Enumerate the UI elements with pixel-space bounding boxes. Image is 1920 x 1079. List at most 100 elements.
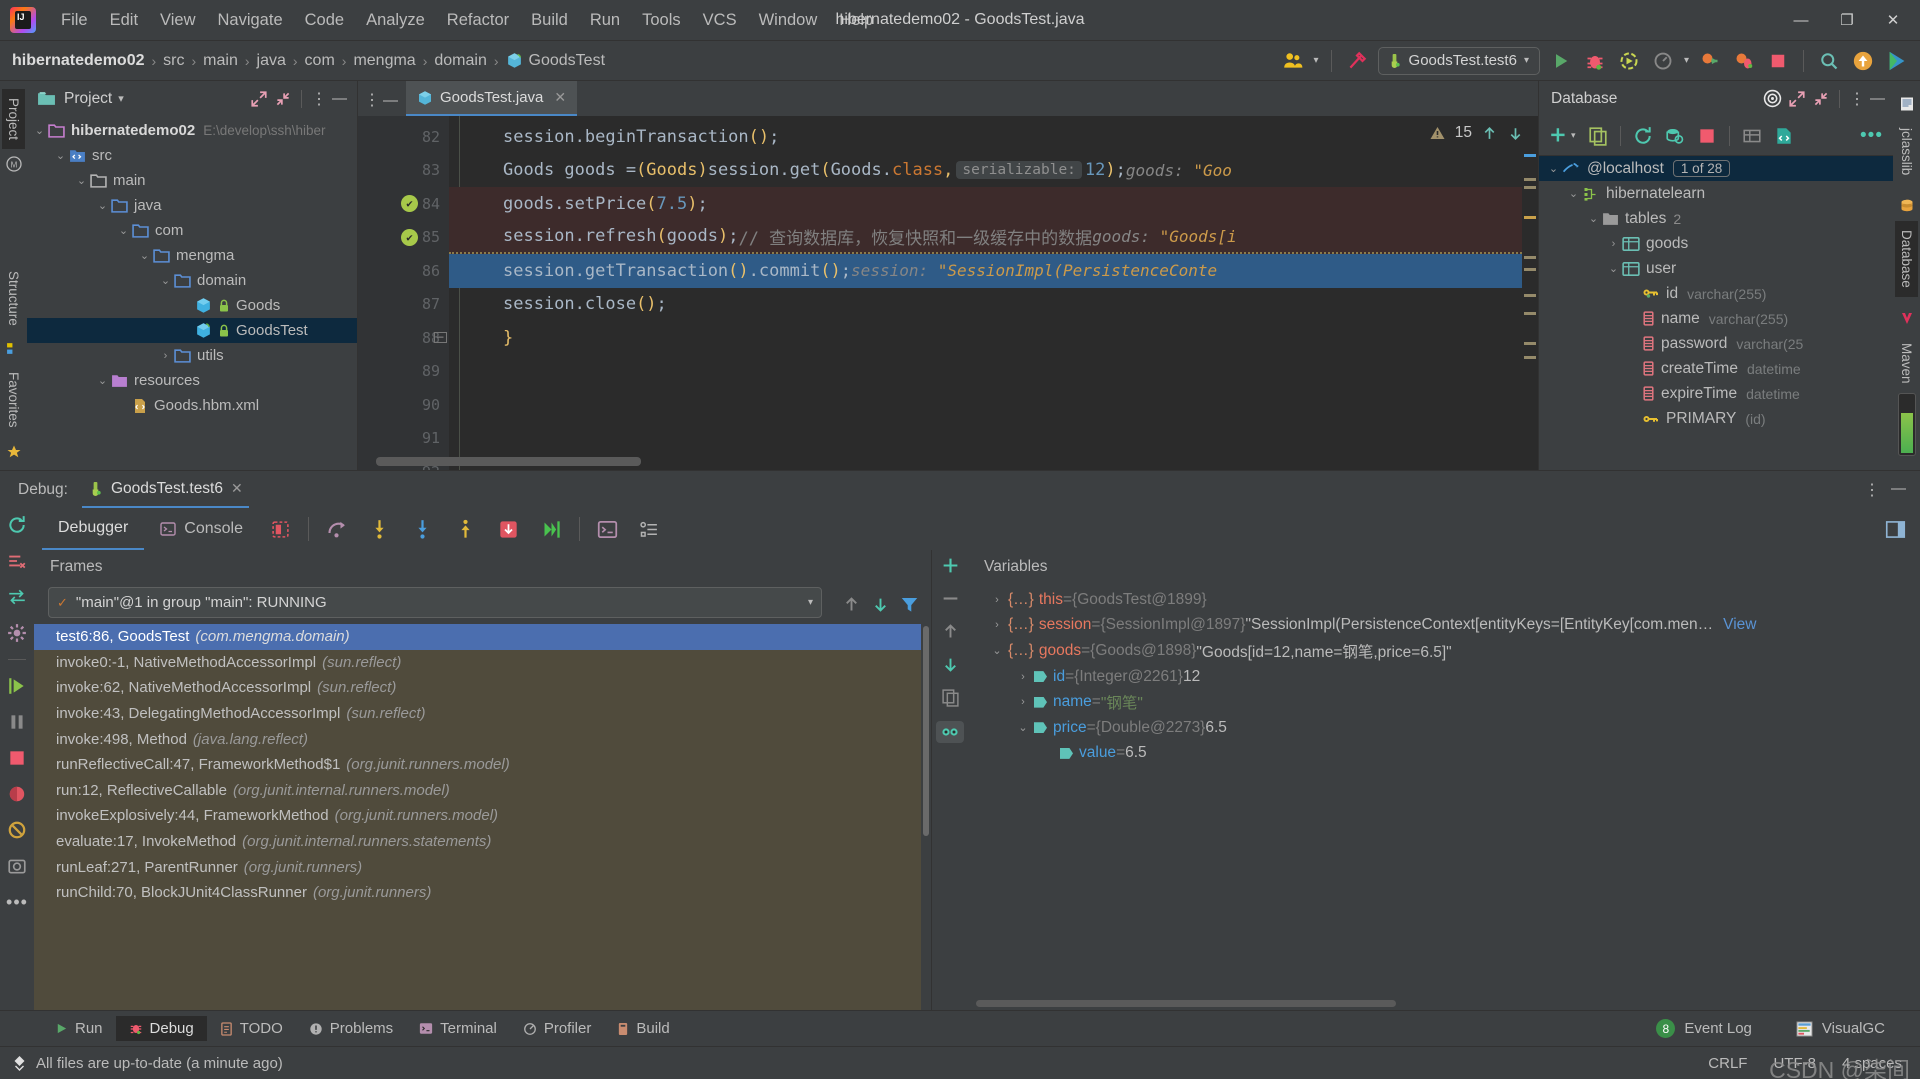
frame-item[interactable]: invoke:498, Method (java.lang.reflect) xyxy=(34,726,921,752)
menu-item-vcs[interactable]: VCS xyxy=(692,7,748,34)
mute-breakpoints-icon[interactable] xyxy=(7,551,27,571)
db-tree-item-primary[interactable]: PRIMARY (id) xyxy=(1539,406,1893,431)
sidebar-tab-jclasslib[interactable]: jclasslib xyxy=(1895,119,1918,184)
tree-expander[interactable]: ⌄ xyxy=(136,249,153,262)
tree-expander[interactable]: › xyxy=(1605,238,1622,250)
gutter-line-87[interactable]: 87 xyxy=(358,288,449,322)
settings-list-icon[interactable] xyxy=(640,520,659,539)
project-tree-item-mengma[interactable]: ⌄ mengma xyxy=(27,243,357,268)
attach-debugger-icon[interactable] xyxy=(1697,48,1723,74)
frame-item[interactable]: invoke:62, NativeMethodAccessorImpl (sun.… xyxy=(34,675,921,701)
memory-indicator[interactable] xyxy=(1897,392,1916,456)
tree-expander[interactable]: ⌄ xyxy=(94,199,111,212)
close-button[interactable]: ✕ xyxy=(1870,0,1916,40)
more-options-icon[interactable]: ••• xyxy=(6,892,28,913)
menu-item-edit[interactable]: Edit xyxy=(99,7,149,34)
screenshot-icon[interactable] xyxy=(7,856,27,876)
bottom-tab-todo[interactable]: TODO xyxy=(207,1016,296,1041)
run-configuration-selector[interactable]: GoodsTest.test6 ▾ xyxy=(1377,46,1540,75)
visualgc-button[interactable]: VisualGC xyxy=(1783,1016,1898,1041)
bottom-tab-debug[interactable]: Debug xyxy=(115,1016,207,1041)
next-problem-icon[interactable] xyxy=(1507,125,1524,142)
editor-options-icon[interactable]: ⋮ xyxy=(364,90,380,110)
frame-item[interactable]: invoke:43, DelegatingMethodAccessorImpl (… xyxy=(34,701,921,727)
variable-item-this[interactable]: › {…} this = {GoodsTest@1899} xyxy=(968,587,1920,613)
evaluate-expression-icon[interactable] xyxy=(597,519,618,540)
collapse-all-icon[interactable] xyxy=(1812,90,1830,108)
project-tree-item-goodstest[interactable]: GoodsTest xyxy=(27,318,357,343)
resume-layout-icon[interactable] xyxy=(7,587,27,607)
breadcrumb-item-5[interactable]: mengma xyxy=(353,52,415,70)
step-into-icon[interactable] xyxy=(369,519,390,540)
tree-expander[interactable]: ⌄ xyxy=(1605,262,1622,275)
drop-frame-icon[interactable] xyxy=(498,519,519,540)
gutter-line-88[interactable]: −88 xyxy=(358,321,449,355)
code-line-89[interactable] xyxy=(449,355,1538,389)
view-value-link[interactable]: View xyxy=(1723,616,1756,634)
hammer-build-icon[interactable] xyxy=(1344,48,1370,74)
db-tree-item-hibernatelearn[interactable]: ⌄ hibernatelearn xyxy=(1539,181,1893,206)
variables-horizontal-scrollbar[interactable] xyxy=(968,997,1920,1010)
filter-frames-icon[interactable] xyxy=(900,595,919,614)
database-tree[interactable]: ⌄ @localhost 1 of 28 ⌄ hibernatelearn ⌄ tables… xyxy=(1539,156,1893,470)
add-datasource-icon[interactable] xyxy=(1549,126,1569,146)
profiler-icon[interactable] xyxy=(1650,48,1676,74)
code-line-85[interactable]: session.refresh(goods); // 查询数据库，恢复快照和一级… xyxy=(449,220,1538,254)
frame-item[interactable]: runChild:70, BlockJUnit4ClassRunner (org.… xyxy=(34,880,921,906)
data-editor-icon[interactable] xyxy=(1742,126,1762,146)
chevron-down-icon[interactable]: ▾ xyxy=(118,92,124,105)
add-watch-icon[interactable] xyxy=(941,556,960,575)
variable-item-id[interactable]: › id = {Integer@2261} 12 xyxy=(968,664,1920,690)
menu-item-view[interactable]: View xyxy=(149,7,206,34)
gutter-line-82[interactable]: 82 xyxy=(358,120,449,154)
step-over-icon[interactable] xyxy=(326,519,347,540)
search-icon[interactable] xyxy=(1816,48,1842,74)
tab-debugger[interactable]: Debugger xyxy=(42,508,145,550)
inline-debug-value[interactable]: goods: "Goo xyxy=(1126,161,1232,180)
run-with-coverage-icon[interactable] xyxy=(1616,48,1642,74)
ide-assistant-icon[interactable] xyxy=(1884,48,1910,74)
menu-item-file[interactable]: File xyxy=(50,7,99,34)
menu-item-analyze[interactable]: Analyze xyxy=(355,7,436,34)
inline-debug-value[interactable]: goods: "Goods[i xyxy=(1092,227,1237,246)
menu-item-build[interactable]: Build xyxy=(520,7,579,34)
breadcrumb-item-4[interactable]: com xyxy=(305,52,335,70)
code-editor[interactable]: 828384858687−8889909192 session.beginTra… xyxy=(358,116,1538,470)
bottom-tab-terminal[interactable]: Terminal xyxy=(406,1016,510,1041)
menu-item-navigate[interactable]: Navigate xyxy=(207,7,294,34)
sidebar-tab-maven[interactable]: Maven xyxy=(1895,334,1918,393)
stop-button[interactable] xyxy=(1765,48,1791,74)
minimize-button[interactable]: — xyxy=(1778,0,1824,40)
editor-scrollbar[interactable] xyxy=(1522,116,1538,470)
project-tree-item-main[interactable]: ⌄ main xyxy=(27,168,357,193)
tree-expander[interactable]: ⌄ xyxy=(1545,162,1562,175)
view-breakpoints-icon[interactable] xyxy=(7,784,27,804)
settings-gear-icon[interactable] xyxy=(7,623,27,643)
line-separator-widget[interactable]: CRLF xyxy=(1708,1055,1747,1072)
move-watch-down-icon[interactable] xyxy=(941,655,960,674)
db-tree-item-id[interactable]: id varchar(255) xyxy=(1539,281,1893,306)
db-tree-item-password[interactable]: password varchar(25 xyxy=(1539,331,1893,356)
project-tree-item-domain[interactable]: ⌄ domain xyxy=(27,268,357,293)
gutter-line-89[interactable]: 89 xyxy=(358,355,449,389)
hide-panel-icon[interactable]: — xyxy=(1891,480,1906,500)
variable-expander[interactable]: › xyxy=(1012,671,1034,683)
gutter-line-90[interactable]: 90 xyxy=(358,388,449,422)
db-tree-item--localhost[interactable]: ⌄ @localhost 1 of 28 xyxy=(1539,156,1893,181)
breadcrumb-item-3[interactable]: java xyxy=(257,52,286,70)
db-tree-item-createtime[interactable]: createTime datetime xyxy=(1539,356,1893,381)
variable-item-price[interactable]: ⌄ price = {Double@2273} 6.5 xyxy=(968,715,1920,741)
code-line-84[interactable]: goods.setPrice(7.5); xyxy=(449,187,1538,221)
gutter-line-84[interactable]: 84 xyxy=(358,187,449,221)
breadcrumb-item-2[interactable]: main xyxy=(203,52,238,70)
code-line-88[interactable]: } xyxy=(449,321,1538,355)
db-tree-item-expiretime[interactable]: expireTime datetime xyxy=(1539,381,1893,406)
verified-breakpoint-icon[interactable] xyxy=(401,228,418,246)
code-line-87[interactable]: session.close(); xyxy=(449,288,1538,322)
bottom-tab-profiler[interactable]: Profiler xyxy=(510,1016,605,1041)
thread-selector[interactable]: ✓ "main"@1 in group "main": RUNNING ▾ xyxy=(48,587,822,618)
close-icon[interactable]: ✕ xyxy=(554,89,566,106)
run-to-cursor-icon[interactable] xyxy=(541,519,562,540)
editor-tab-goodstest[interactable]: GoodsTest.java ✕ xyxy=(406,81,578,116)
project-tree-item-goods-hbm-xml[interactable]: Goods.hbm.xml xyxy=(27,393,357,418)
